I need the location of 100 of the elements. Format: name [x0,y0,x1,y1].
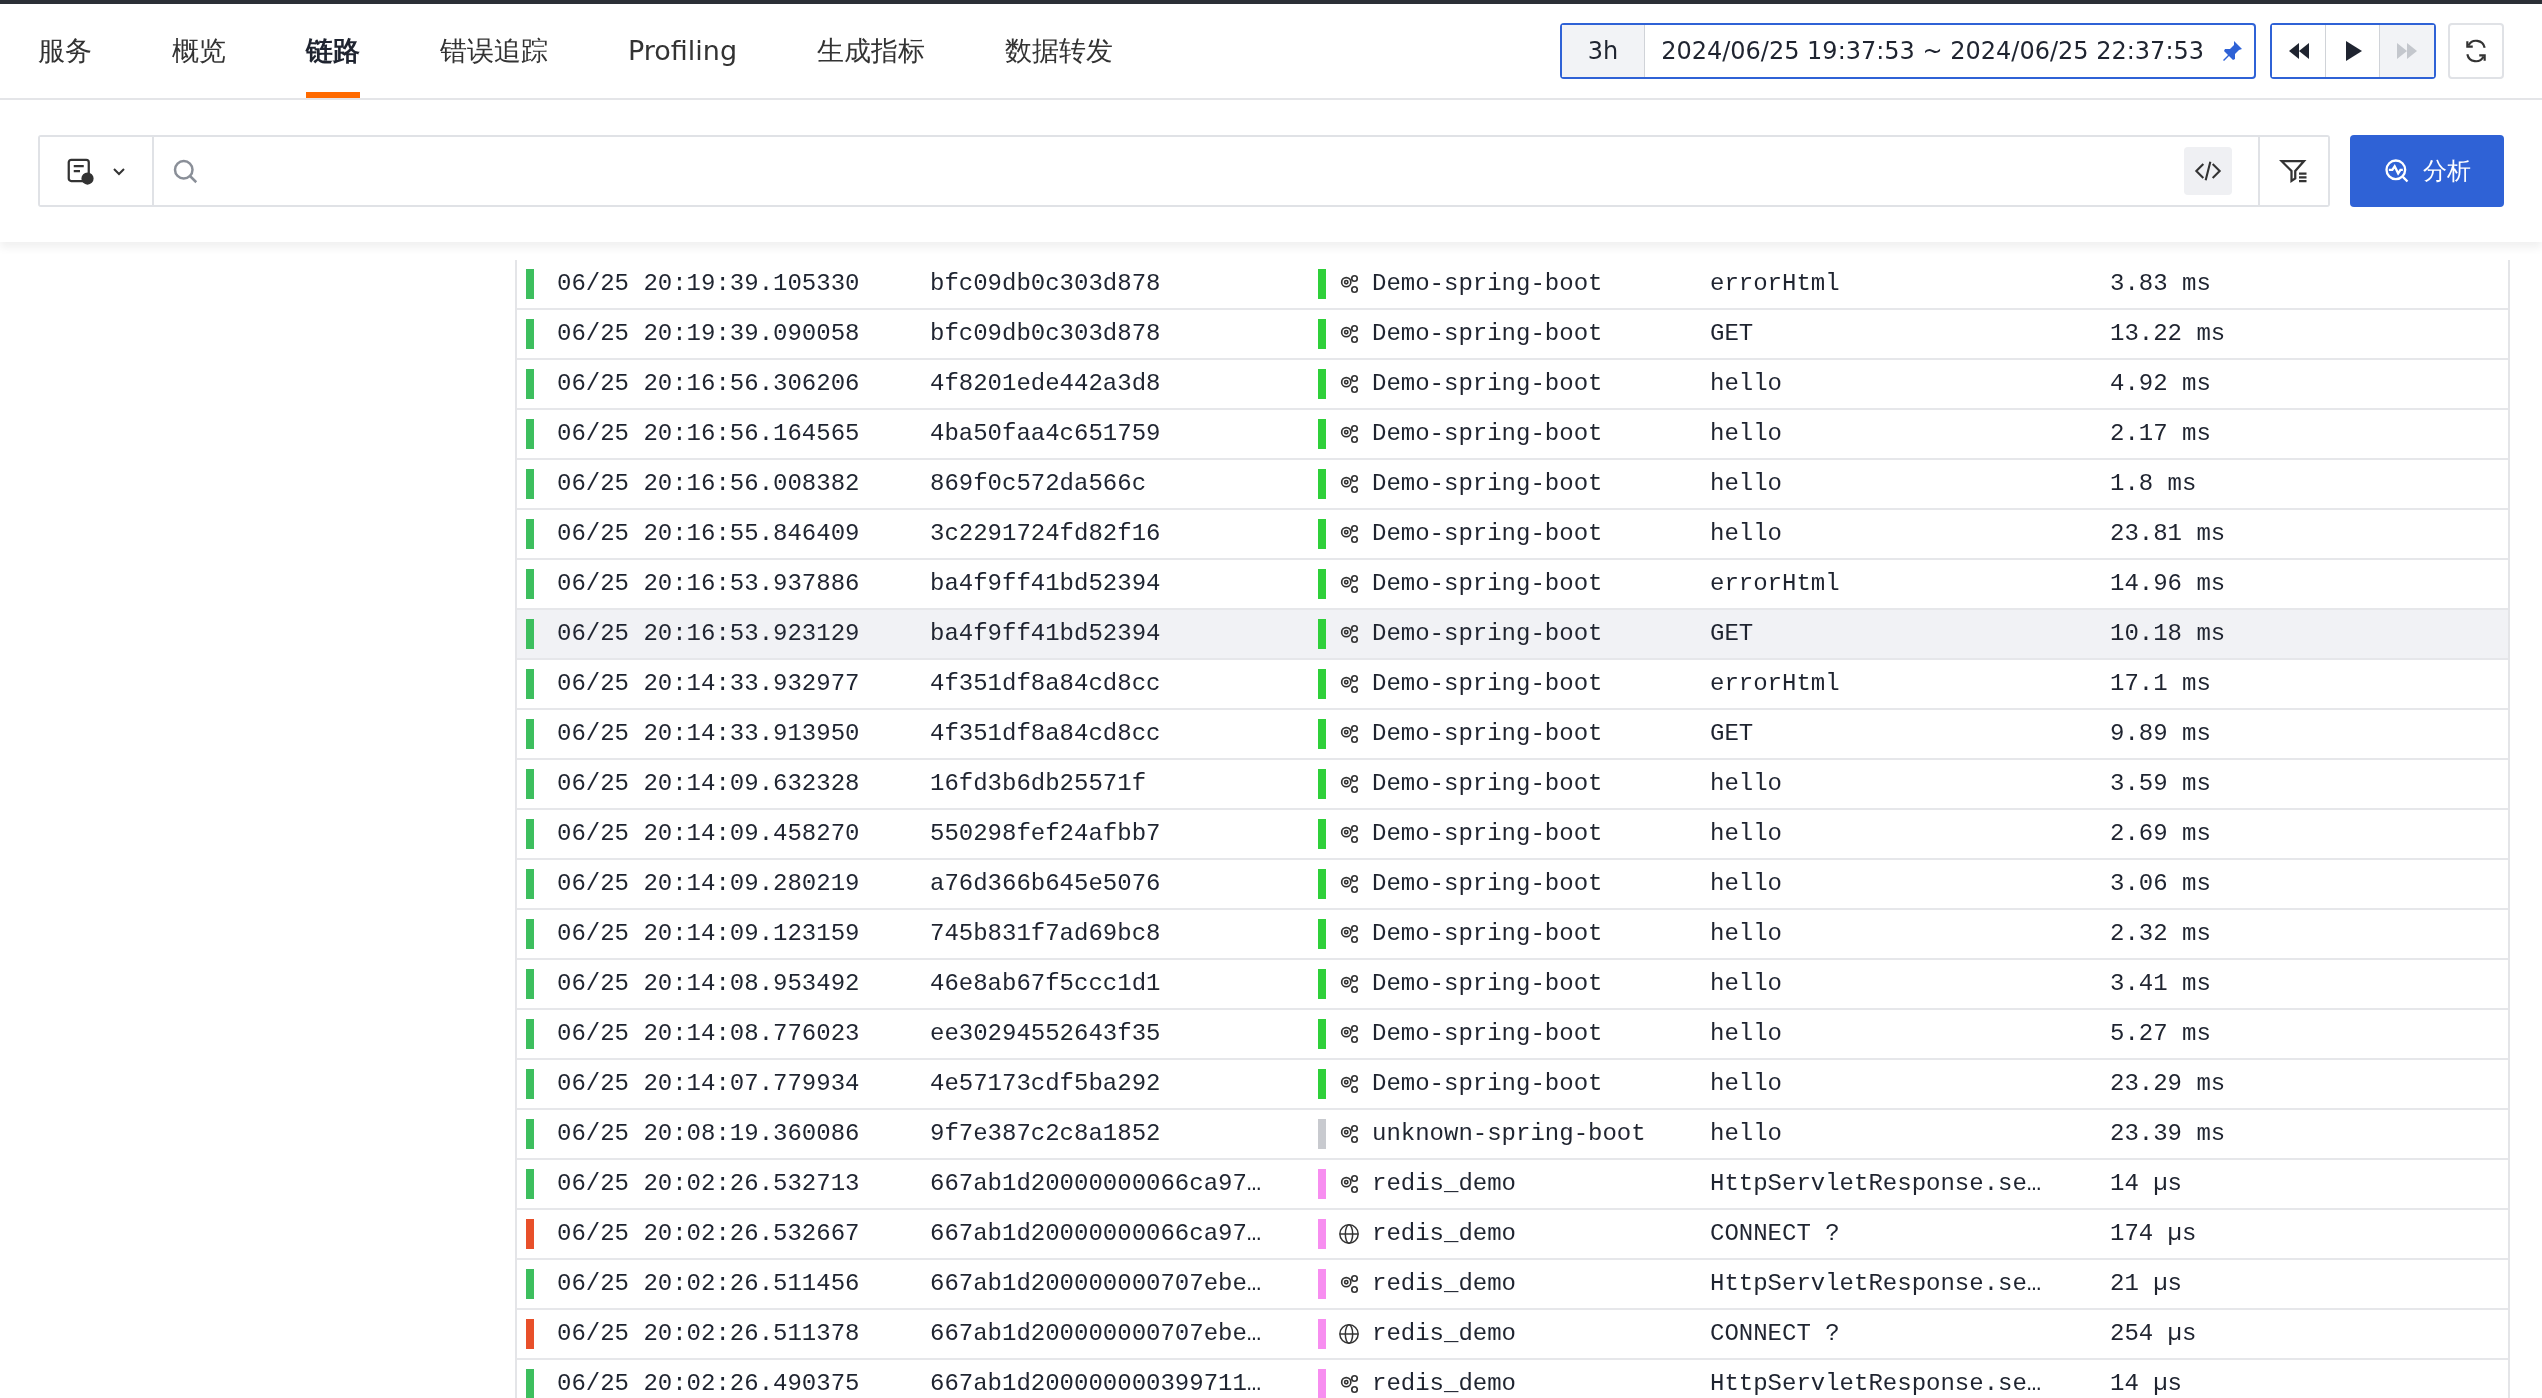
table-cell-text: GET [1710,719,1755,749]
table-row[interactable]: 06/25 20:19:39.105330 bfc09db0c303d878 Demo-spring-boot errorHtml 3.83 ms [517,260,2508,310]
table-cell-text: Demo-spring-boot [1372,1019,1603,1049]
rewind-button[interactable] [2272,25,2326,77]
table-cell-text: 2.17 ms [2110,419,2212,449]
table-cell-text: 06/25 20:14:09.123159 [556,919,861,949]
table-cell-text: redis_demo [1372,1319,1517,1349]
table-cell-text: HttpServletResponse.se… [1710,1169,2043,1199]
table-cell-text: 4ba50faa4c651759 [929,419,1162,449]
table-row[interactable]: 06/25 20:02:26.532667 667ab1d20000000066ca97… redis_demo CONNECT ? 174 µs [517,1210,2508,1260]
table-row[interactable]: 06/25 20:14:33.932977 4f351df8a84cd8cc Demo-spring-boot errorHtml 17.1 ms [517,660,2508,710]
table-cell-text: 06/25 20:02:26.511456 [556,1269,861,1299]
table-cell-text: redis_demo [1372,1369,1517,1398]
query-type-dropdown[interactable] [40,137,154,205]
table-cell-text: hello [1710,419,1783,449]
table-row[interactable]: 06/25 20:08:19.360086 9f7e387c2c8a1852 unknown-spring-boot hello 23.39 ms [517,1110,2508,1160]
table-cell-text: hello [1710,1119,1783,1149]
table-cell-text: 667ab1d200000000399711… [929,1369,1263,1398]
table-cell-text: hello [1710,1019,1783,1049]
table-cell-text: 667ab1d20000000066ca97… [929,1219,1263,1249]
gears-icon [1338,623,1360,645]
table-row[interactable]: 06/25 20:14:09.280219 a76d366b645e5076 Demo-spring-boot hello 3.06 ms [517,860,2508,910]
table-cell-text: 667ab1d20000000066ca97… [929,1169,1263,1199]
table-cell-text: 14 µs [2110,1369,2183,1398]
table-cell-text: hello [1710,969,1783,999]
gears-icon [1338,823,1360,845]
table-cell-text: 06/25 20:19:39.090058 [556,319,861,349]
globe-icon [1338,1223,1360,1245]
table-cell-text: bfc09db0c303d878 [929,319,1162,349]
table-row[interactable]: 06/25 20:02:26.511456 667ab1d200000000707ebe… redis_demo HttpServletResponse.se… 21 µs [517,1260,2508,1310]
table-cell-text: ba4f9ff41bd52394 [929,619,1162,649]
table-cell-text: hello [1710,769,1783,799]
table-cell-text: Demo-spring-boot [1372,869,1603,899]
table-cell-text: 06/25 20:16:56.164565 [556,419,861,449]
table-row[interactable]: 06/25 20:14:08.776023 ee30294552643f35 Demo-spring-boot hello 5.27 ms [517,1010,2508,1060]
nav-tab[interactable]: 错误追踪 [440,4,548,98]
table-row[interactable]: 06/25 20:19:39.090058 bfc09db0c303d878 Demo-spring-boot GET 13.22 ms [517,310,2508,360]
table-cell-text: 5.27 ms [2110,1019,2212,1049]
table-cell-text: 9.89 ms [2110,719,2212,749]
table-cell-text: hello [1710,1069,1783,1099]
table-cell-text: 3.06 ms [2110,869,2212,899]
nav-tab[interactable]: 概览 [172,4,226,98]
nav-tab[interactable]: 服务 [38,4,92,98]
nav-tab[interactable]: Profiling [628,4,738,98]
table-cell-text: bfc09db0c303d878 [929,269,1162,299]
table-row[interactable]: 06/25 20:16:55.846409 3c2291724fd82f16 Demo-spring-boot hello 23.81 ms [517,510,2508,560]
table-cell-text: 06/25 20:16:56.008382 [556,469,861,499]
table-cell-text: 06/25 20:16:53.937886 [556,569,861,599]
time-preset-button[interactable]: 3h [1561,25,1646,77]
table-cell-text: Demo-spring-boot [1372,969,1603,999]
table-row[interactable]: 06/25 20:16:53.923129 ba4f9ff41bd52394 Demo-spring-boot GET 10.18 ms [517,610,2508,660]
table-cell-text: errorHtml [1710,569,1841,599]
table-cell-text: 06/25 20:08:19.360086 [556,1119,861,1149]
table-cell-text: Demo-spring-boot [1372,669,1603,699]
globe-icon [1338,1323,1360,1345]
gears-icon [1338,573,1360,595]
table-row[interactable]: 06/25 20:02:26.511378 667ab1d200000000707ebe… redis_demo CONNECT ? 254 µs [517,1310,2508,1360]
filter-button[interactable] [2258,137,2328,205]
table-cell-text: redis_demo [1372,1219,1517,1249]
table-row[interactable]: 06/25 20:14:07.779934 4e57173cdf5ba292 Demo-spring-boot hello 23.29 ms [517,1060,2508,1110]
table-row[interactable]: 06/25 20:14:08.953492 46e8ab67f5ccc1d1 Demo-spring-boot hello 3.41 ms [517,960,2508,1010]
code-view-button[interactable] [2184,147,2232,195]
gears-icon [1338,673,1360,695]
table-row[interactable]: 06/25 20:16:56.008382 869f0c572da566c Demo-spring-boot hello 1.8 ms [517,460,2508,510]
nav-tab[interactable]: 数据转发 [1005,4,1114,98]
nav-tab[interactable]: 生成指标 [817,4,926,98]
table-cell-text: CONNECT ? [1710,1319,1841,1349]
analyze-button[interactable]: 分析 [2350,135,2504,207]
table-row[interactable]: 06/25 20:02:26.490375 667ab1d200000000399711… redis_demo HttpServletResponse.se… 14 µs [517,1360,2508,1398]
table-cell-text: 23.29 ms [2110,1069,2227,1099]
gears-icon [1338,1023,1360,1045]
table-cell-text: 14.96 ms [2110,569,2227,599]
refresh-button[interactable] [2448,23,2504,79]
table-cell-text: 1.8 ms [2110,469,2198,499]
table-row[interactable]: 06/25 20:14:09.458270 550298fef24afbb7 Demo-spring-boot hello 2.69 ms [517,810,2508,860]
gears-icon [1338,273,1360,295]
table-cell-text: 2.69 ms [2110,819,2212,849]
table-cell-text: 16fd3b6db25571f [929,769,1148,799]
table-cell-text: 3c2291724fd82f16 [929,519,1162,549]
gears-icon [1338,1123,1360,1145]
table-row[interactable]: 06/25 20:02:26.532713 667ab1d20000000066ca97… redis_demo HttpServletResponse.se… 14 µs [517,1160,2508,1210]
table-row[interactable]: 06/25 20:14:09.123159 745b831f7ad69bc8 Demo-spring-boot hello 2.32 ms [517,910,2508,960]
time-range-picker[interactable]: 3h 2024/06/25 19:37:53 ~ 2024/06/25 22:37:53 [1559,23,2256,79]
table-row[interactable]: 06/25 20:14:09.632328 16fd3b6db25571f Demo-spring-boot hello 3.59 ms [517,760,2508,810]
refresh-icon [2463,38,2489,64]
table-cell-text: 06/25 20:14:09.458270 [556,819,861,849]
table-cell-text: Demo-spring-boot [1372,769,1603,799]
gears-icon [1338,923,1360,945]
table-row[interactable]: 06/25 20:14:33.913950 4f351df8a84cd8cc Demo-spring-boot GET 9.89 ms [517,710,2508,760]
table-cell-text: Demo-spring-boot [1372,619,1603,649]
table-cell-text: GET [1710,319,1755,349]
table-row[interactable]: 06/25 20:16:56.306206 4f8201ede442a3d8 Demo-spring-boot hello 4.92 ms [517,360,2508,410]
table-cell-text: 667ab1d200000000707ebe… [929,1269,1263,1299]
table-cell-text: 06/25 20:14:08.953492 [556,969,861,999]
table-row[interactable]: 06/25 20:16:56.164565 4ba50faa4c651759 Demo-spring-boot hello 2.17 ms [517,410,2508,460]
table-cell-text: 4f351df8a84cd8cc [929,719,1162,749]
table-cell-text: 06/25 20:16:53.923129 [556,619,861,649]
table-cell-text: errorHtml [1710,269,1841,299]
table-cell-text: 2.32 ms [2110,919,2212,949]
table-cell-text: 06/25 20:02:26.490375 [556,1369,861,1398]
